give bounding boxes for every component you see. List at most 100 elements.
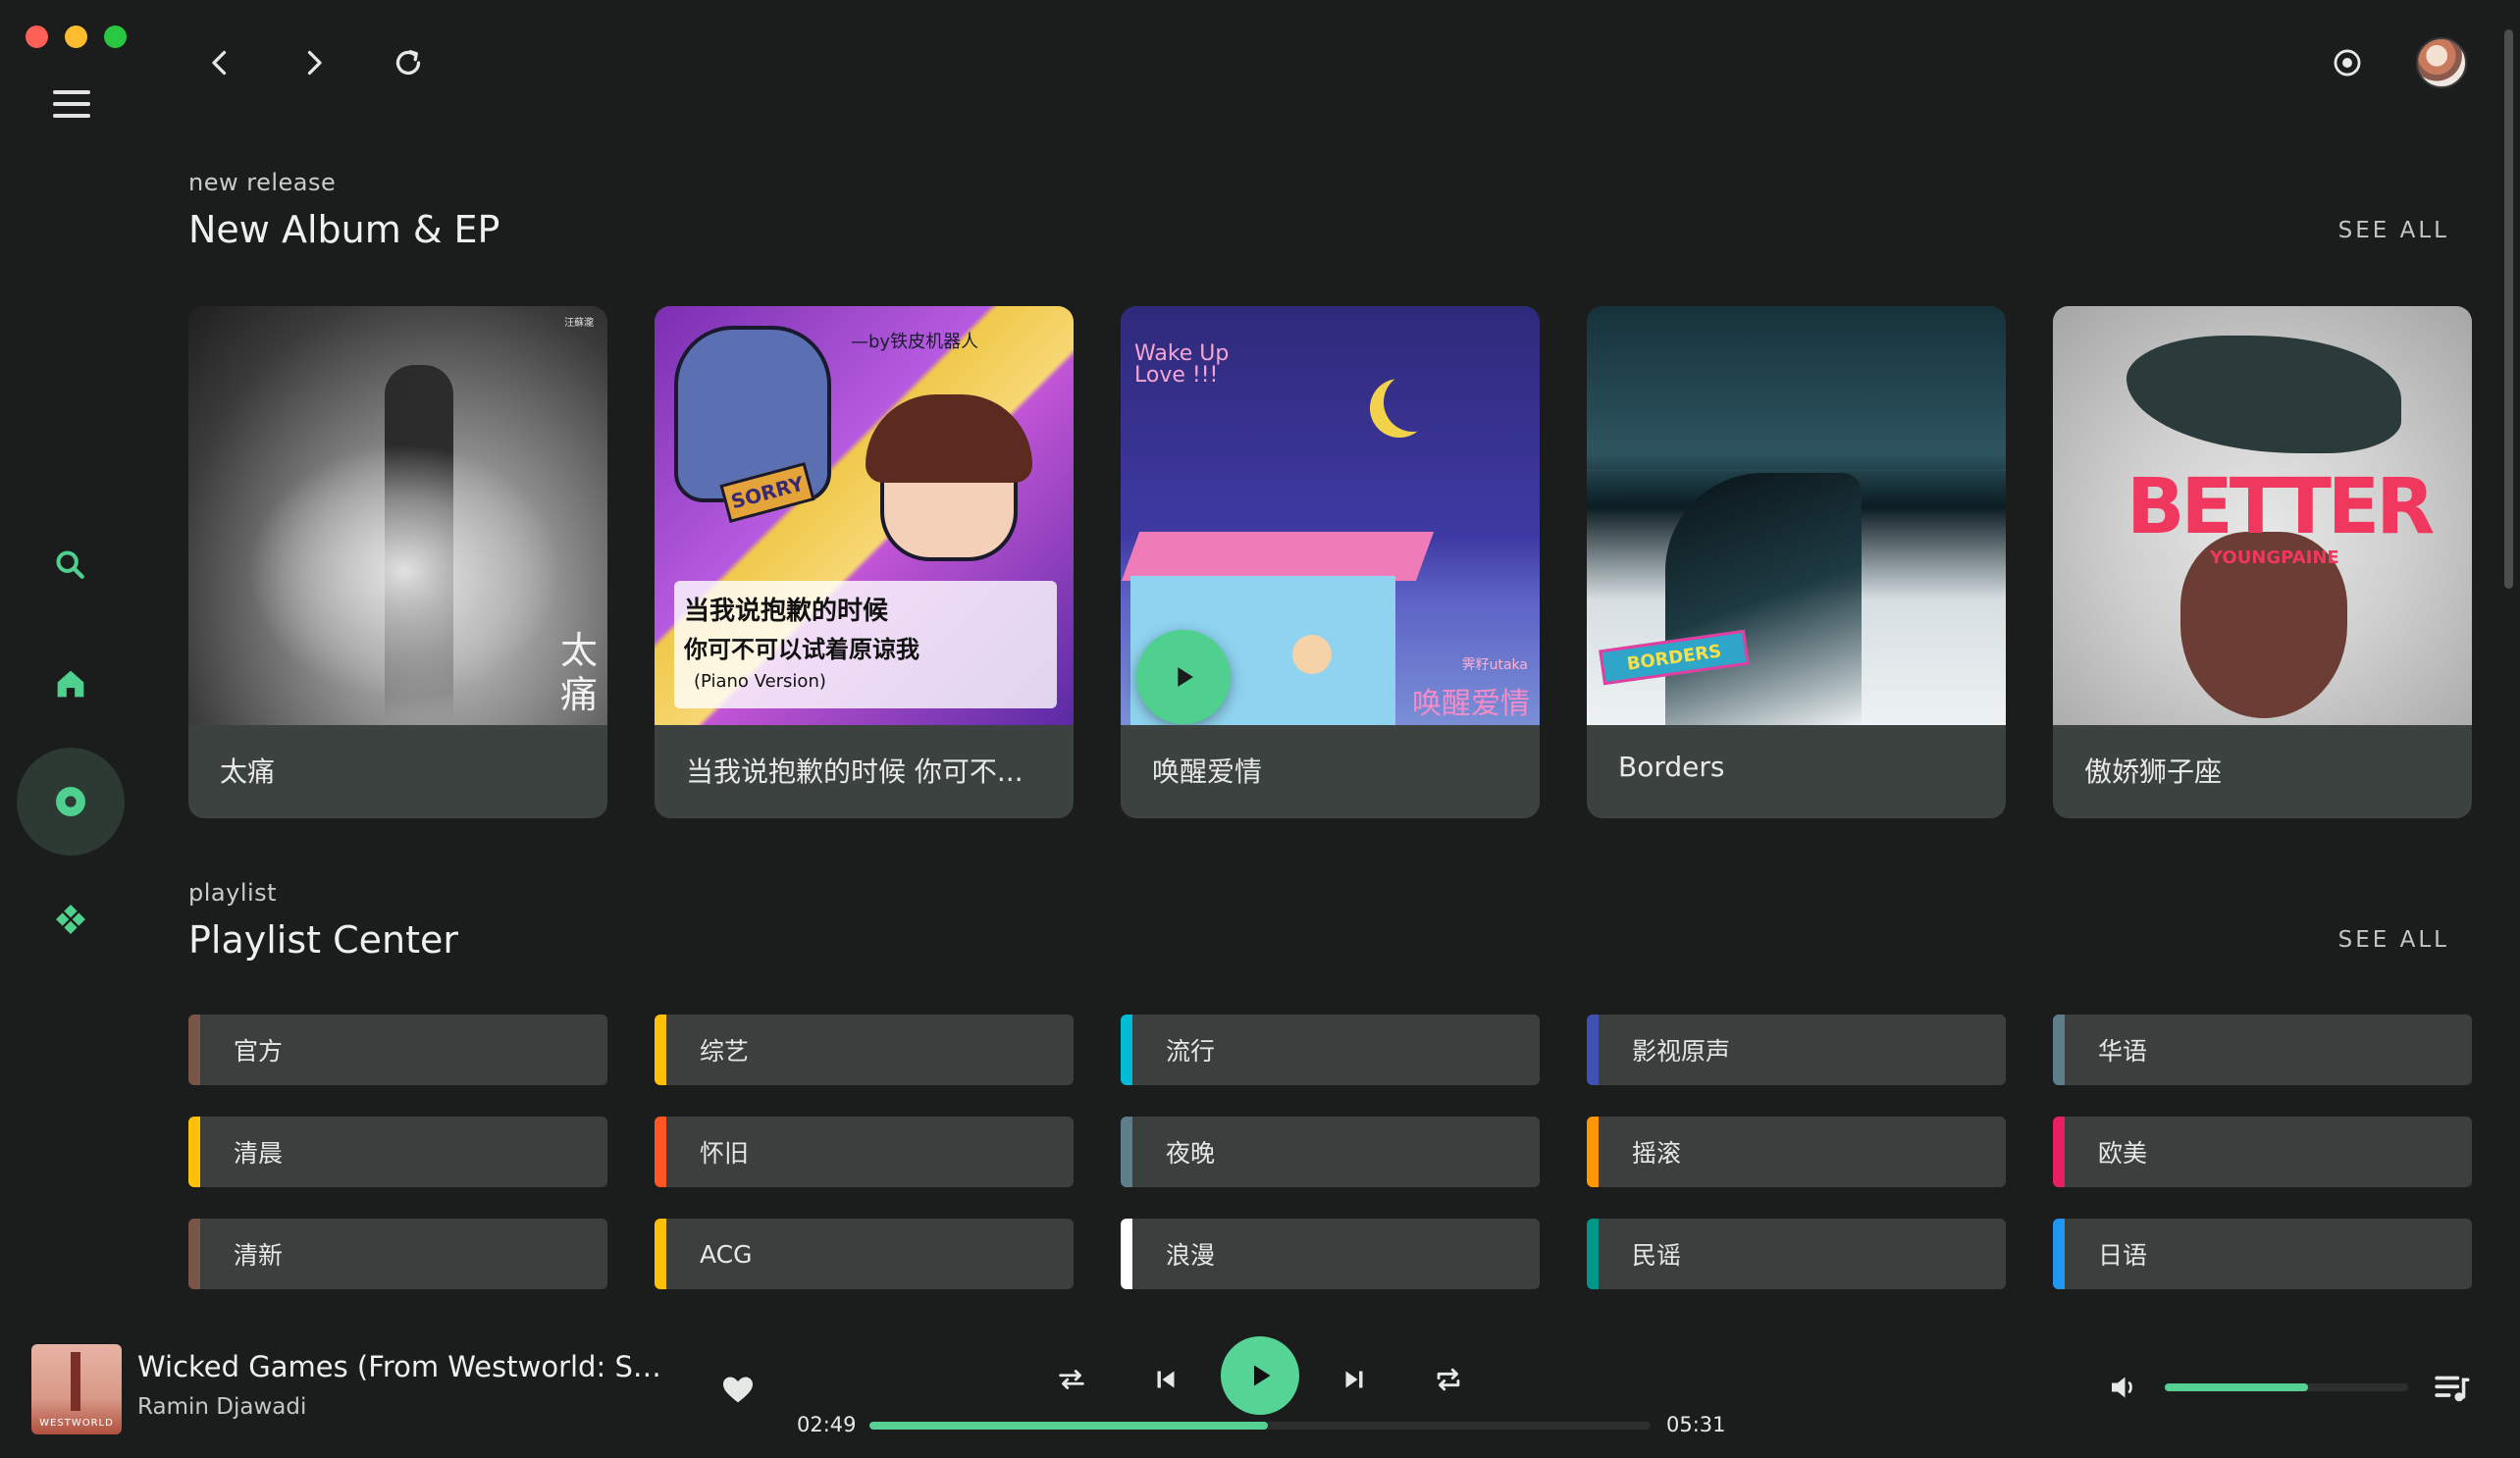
album-cover-small-text: —by铁皮机器人 [851,332,979,352]
playlist-tile[interactable]: 夜晚 [1121,1117,1540,1187]
albums-section-kicker: new release [188,169,337,196]
window-maximize-button[interactable] [104,26,127,48]
album-card[interactable]: BETTER YOUNGPAINE 傲娇狮子座 [2053,306,2472,818]
album-cover-text: 你可不可以试着原谅我 [684,636,919,663]
queue-icon [2435,1376,2470,1402]
playlist-label: 华语 [2098,1037,2148,1066]
discover-icon [56,905,85,934]
playlist-tile[interactable]: 民谣 [1587,1219,2006,1289]
playlist-color-bar [1587,1117,1599,1187]
disc-icon [56,787,85,816]
scrollbar[interactable] [2504,29,2513,589]
volume-slider[interactable] [2165,1383,2408,1391]
user-avatar[interactable] [2416,37,2467,88]
playlist-color-bar [655,1117,666,1187]
playlist-label: 流行 [1166,1037,1216,1066]
album-card[interactable]: BORDERS Borders [1587,306,2006,818]
playlist-tile[interactable]: 浪漫 [1121,1219,1540,1289]
album-cover-small-text: 汪蘇瀧 [564,318,594,329]
elapsed-time: 02:49 [797,1413,857,1436]
rail-discover[interactable] [17,865,125,973]
progress-slider[interactable] [869,1422,1651,1430]
playlist-color-bar [1121,1015,1132,1085]
playlist-tile[interactable]: 怀旧 [655,1117,1074,1187]
playlist-color-bar [1121,1117,1132,1187]
volume-button[interactable] [2106,1370,2145,1409]
next-icon [1345,1371,1363,1388]
playlists-section-kicker: playlist [188,879,278,907]
rail-home[interactable] [17,630,125,738]
playlist-tile[interactable]: 影视原声 [1587,1015,2006,1085]
playlist-color-bar [188,1015,200,1085]
album-play-button[interactable] [1136,630,1231,724]
playlist-tile[interactable]: 华语 [2053,1015,2472,1085]
like-button[interactable] [718,1370,758,1409]
total-duration: 05:31 [1666,1413,1726,1436]
rail-search[interactable] [17,511,125,619]
playlist-tile[interactable]: 日语 [2053,1219,2472,1289]
playlist-color-bar [188,1219,200,1289]
playlist-tile[interactable]: 清新 [188,1219,607,1289]
previous-button[interactable] [1140,1354,1191,1405]
back-button[interactable] [196,39,243,86]
playlist-color-bar [655,1015,666,1085]
forward-button[interactable] [290,39,338,86]
next-button[interactable] [1329,1354,1380,1405]
playlist-label: 官方 [234,1037,284,1066]
playlist-label: 怀旧 [700,1139,750,1168]
album-cover-text: (Piano Version) [694,671,826,692]
window-minimize-button[interactable] [65,26,87,48]
album-card[interactable]: 汪蘇瀧 太 痛 太痛 [188,306,607,818]
playlist-label: 影视原声 [1632,1037,1731,1066]
album-card[interactable]: Wake Up Love !!! 唤醒爱情 霁籽utaka 唤醒爱情 [1121,306,1540,818]
now-playing-artist[interactable]: Ramin Djawadi [137,1394,306,1420]
playlist-color-bar [2053,1219,2065,1289]
playlist-tile[interactable]: ACG [655,1219,1074,1289]
album-cover: BETTER YOUNGPAINE [2053,306,2472,725]
playlist-label: 清晨 [234,1139,284,1168]
albums-see-all-button[interactable]: SEE ALL [2338,218,2449,243]
play-button[interactable] [1221,1336,1299,1415]
play-icon [1178,667,1193,687]
volume-icon [2112,1377,2132,1398]
playlist-color-bar [655,1219,666,1289]
playlist-tile[interactable]: 综艺 [655,1015,1074,1085]
repeat-button[interactable] [1423,1354,1474,1405]
now-playing-cover[interactable]: WESTWORLD [31,1344,122,1434]
playlist-tile[interactable]: 欧美 [2053,1117,2472,1187]
home-icon [57,670,84,698]
album-card[interactable]: SORRY —by铁皮机器人 当我说抱歉的时候 你可不可以试着原谅我 (Pian… [655,306,1074,818]
album-title: 唤醒爱情 [1152,755,1263,788]
playlist-label: 综艺 [700,1037,750,1066]
refresh-button[interactable] [385,39,432,86]
play-icon [1254,1365,1271,1386]
rail-library[interactable] [17,748,125,856]
queue-button[interactable] [2432,1368,2473,1409]
progress-fill [869,1422,1268,1430]
shuffle-button[interactable] [1046,1354,1097,1405]
back-icon [212,50,227,76]
playlist-color-bar [1587,1015,1599,1085]
previous-icon [1157,1371,1175,1388]
window-close-button[interactable] [26,26,48,48]
album-cover-text: YOUNGPAINE [2210,547,2339,568]
playlist-label: 清新 [234,1241,284,1270]
shuffle-icon [1059,1370,1084,1389]
album-cover-text: Wake Up Love !!! [1134,341,1230,388]
playlist-label: ACG [700,1239,753,1269]
app-window: new release New Album & EP SEE ALL 汪蘇瀧 太… [0,0,2520,1458]
album-cover: SORRY —by铁皮机器人 当我说抱歉的时候 你可不可以试着原谅我 (Pian… [655,306,1074,725]
playlist-tile[interactable]: 清晨 [188,1117,607,1187]
radio-button[interactable] [2322,37,2373,88]
now-playing-cover-text: WESTWORLD [39,1418,114,1429]
playlist-tile[interactable]: 官方 [188,1015,607,1085]
playlists-see-all-button[interactable]: SEE ALL [2338,927,2449,953]
playlist-tile[interactable]: 流行 [1121,1015,1540,1085]
album-title: Borders [1618,751,1725,783]
menu-icon[interactable] [53,90,90,118]
now-playing-title[interactable]: Wicked Games (From Westworld: Seaso... [137,1350,667,1383]
playlist-tile[interactable]: 摇滚 [1587,1117,2006,1187]
album-cover-small-text: 霁籽utaka [1461,657,1528,673]
album-cover: Wake Up Love !!! 唤醒爱情 霁籽utaka [1121,306,1540,725]
forward-icon [307,50,322,76]
